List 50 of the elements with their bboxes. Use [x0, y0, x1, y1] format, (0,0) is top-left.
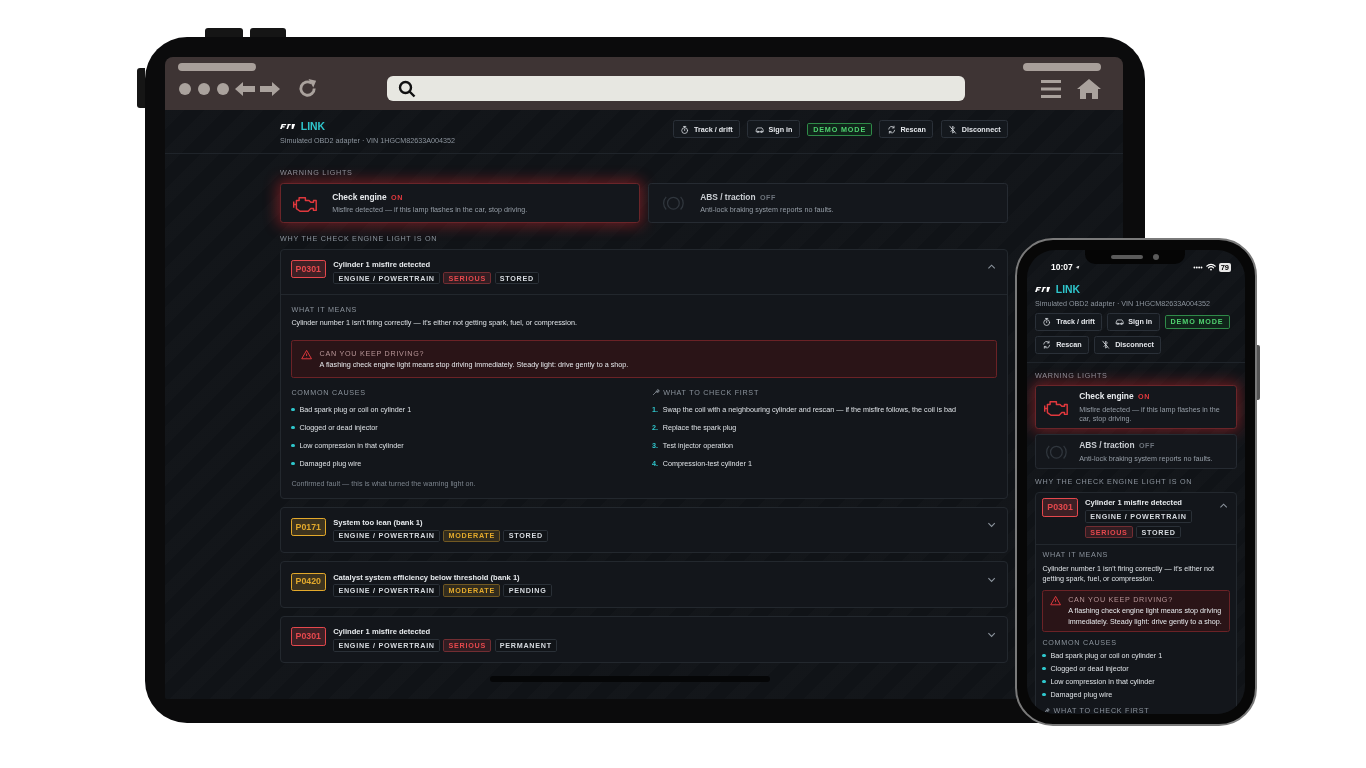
- wifi-icon: [1205, 263, 1216, 271]
- search-icon: [398, 79, 416, 98]
- bullet-icon: [1042, 679, 1046, 684]
- home-icon[interactable]: [1077, 78, 1101, 99]
- code-badge: P0301: [290, 627, 326, 646]
- bullet-icon: [1042, 666, 1046, 671]
- bluetooth-off-icon: [1101, 339, 1111, 350]
- reload-icon[interactable]: [298, 78, 319, 99]
- bullet-icon: [291, 461, 295, 465]
- chevron-up-icon[interactable]: [986, 262, 998, 272]
- refresh-icon: [886, 124, 897, 135]
- warning-icon: [301, 348, 313, 360]
- code-badge: P0171: [290, 517, 326, 537]
- stopwatch-icon: [1042, 317, 1052, 327]
- chevron-up-icon[interactable]: [1218, 500, 1230, 511]
- bullet-icon: [1042, 653, 1046, 658]
- code-badge: P0301: [1042, 498, 1078, 517]
- bullet-icon: [291, 443, 295, 447]
- bullet-icon: [1042, 692, 1046, 697]
- status-time: 10:07: [1051, 262, 1073, 272]
- light-name: ABS / traction: [700, 191, 756, 202]
- brand-name: LINK: [1055, 283, 1081, 297]
- window-dots-icon[interactable]: [178, 81, 230, 96]
- chevron-down-icon[interactable]: [986, 520, 998, 530]
- wrench-icon: [652, 388, 660, 396]
- forward-arrow-icon[interactable]: [260, 81, 280, 96]
- light-name: ABS / traction: [1079, 440, 1135, 451]
- logo-icon: [280, 124, 296, 130]
- back-arrow-icon[interactable]: [235, 81, 255, 96]
- location-icon: [1074, 264, 1080, 270]
- car-icon: [1114, 317, 1124, 327]
- refresh-icon: [1042, 339, 1052, 350]
- code-badge: P0420: [290, 572, 326, 591]
- code-badge: P0301: [290, 260, 326, 279]
- stopwatch-icon: [680, 124, 690, 135]
- chevron-down-icon[interactable]: [986, 575, 998, 585]
- light-name: Check engine: [332, 191, 387, 202]
- car-icon: [754, 124, 765, 135]
- camera-dot: [1153, 254, 1159, 260]
- logo-icon: [1035, 287, 1051, 293]
- light-name: Check engine: [1079, 391, 1134, 402]
- bullet-icon: [291, 426, 295, 430]
- wrench-icon: [1042, 706, 1051, 714]
- bullet-icon: [291, 408, 295, 412]
- brand-name: LINK: [300, 120, 326, 134]
- signal-icon: [1192, 265, 1203, 269]
- bluetooth-off-icon: [948, 124, 958, 135]
- menu-icon[interactable]: [1041, 78, 1061, 99]
- warning-icon: [1049, 595, 1061, 607]
- speaker-grille: [1111, 255, 1143, 259]
